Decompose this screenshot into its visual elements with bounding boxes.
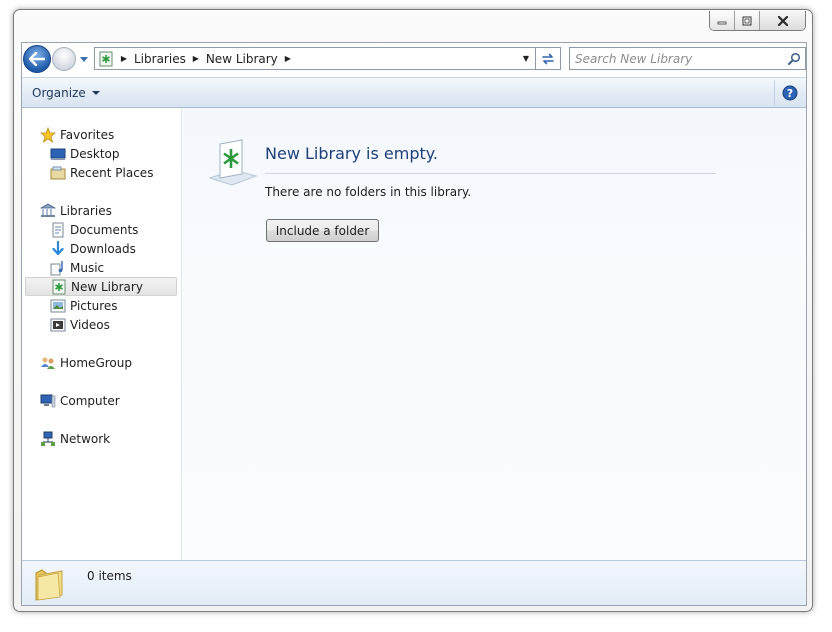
breadcrumb-separator[interactable]: ▶ xyxy=(117,54,131,63)
minimize-button[interactable] xyxy=(710,11,735,30)
nav-libraries[interactable]: Libraries xyxy=(25,201,177,220)
chevron-down-icon xyxy=(80,57,88,62)
new-library-icon xyxy=(50,279,68,295)
command-bar: Organize ? xyxy=(22,77,806,108)
nav-new-library-label: New Library xyxy=(71,279,143,294)
empty-title: New Library is empty. xyxy=(265,144,439,163)
address-dropdown-button[interactable]: ▼ xyxy=(517,48,535,69)
search-icon xyxy=(787,52,800,65)
documents-icon xyxy=(49,222,67,238)
forward-button[interactable] xyxy=(52,47,76,71)
organize-label: Organize xyxy=(32,86,86,100)
nav-homegroup-label: HomeGroup xyxy=(60,355,132,370)
network-icon xyxy=(39,431,57,447)
breadcrumb-separator[interactable]: ▶ xyxy=(281,54,295,63)
nav-libraries-label: Libraries xyxy=(60,203,112,218)
maximize-button[interactable] xyxy=(735,11,760,30)
videos-icon xyxy=(49,317,67,333)
nav-recent-places-label: Recent Places xyxy=(70,165,154,180)
navigation-pane: Favorites Desktop Recent Places Librarie… xyxy=(22,108,182,560)
empty-message: There are no folders in this library. xyxy=(265,185,472,199)
nav-desktop-label: Desktop xyxy=(70,146,120,161)
star-icon xyxy=(39,126,57,143)
breadcrumb-new-library[interactable]: New Library xyxy=(203,52,281,66)
nav-network[interactable]: Network xyxy=(25,429,177,448)
nav-pictures-label: Pictures xyxy=(70,298,118,313)
downloads-icon xyxy=(49,240,67,257)
organize-button[interactable]: Organize xyxy=(32,84,100,102)
nav-homegroup[interactable]: HomeGroup xyxy=(25,353,177,372)
search-button[interactable] xyxy=(783,52,805,65)
search-box xyxy=(569,47,806,70)
libraries-icon xyxy=(39,203,57,219)
title-divider xyxy=(265,173,716,174)
item-count: 0 items xyxy=(87,569,132,583)
svg-text:?: ? xyxy=(786,87,792,100)
computer-icon xyxy=(39,393,57,409)
pictures-icon xyxy=(49,298,67,314)
desktop-icon xyxy=(49,146,67,162)
nav-new-library[interactable]: New Library xyxy=(25,277,177,296)
nav-favorites-label: Favorites xyxy=(60,127,115,142)
refresh-button[interactable] xyxy=(536,47,561,70)
library-icon xyxy=(95,48,117,69)
nav-desktop[interactable]: Desktop xyxy=(25,144,177,163)
nav-computer[interactable]: Computer xyxy=(25,391,177,410)
include-folder-button[interactable]: Include a folder xyxy=(266,219,379,242)
breadcrumb-separator[interactable]: ▶ xyxy=(189,54,203,63)
nav-pictures[interactable]: Pictures xyxy=(25,296,177,315)
nav-music[interactable]: Music xyxy=(25,258,177,277)
chevron-down-icon xyxy=(91,91,100,95)
nav-videos-label: Videos xyxy=(70,317,110,332)
content-pane: New Library is empty. There are no folde… xyxy=(183,108,806,560)
recent-pages-button[interactable] xyxy=(79,52,89,66)
navigation-bar: ▶ Libraries ▶ New Library ▶ ▼ xyxy=(22,44,806,74)
nav-favorites[interactable]: Favorites xyxy=(25,125,177,144)
caption-buttons xyxy=(709,11,806,31)
nav-videos[interactable]: Videos xyxy=(25,315,177,334)
help-icon: ? xyxy=(782,85,797,101)
homegroup-icon xyxy=(39,355,57,371)
nav-downloads-label: Downloads xyxy=(70,241,136,256)
empty-library-icon xyxy=(208,139,258,186)
nav-documents[interactable]: Documents xyxy=(25,220,177,239)
recent-places-icon xyxy=(49,165,67,181)
nav-recent-places[interactable]: Recent Places xyxy=(25,163,177,182)
address-bar[interactable]: ▶ Libraries ▶ New Library ▶ ▼ xyxy=(94,47,536,70)
nav-network-label: Network xyxy=(60,431,111,446)
nav-documents-label: Documents xyxy=(70,222,139,237)
close-icon xyxy=(777,15,788,26)
breadcrumb-libraries[interactable]: Libraries xyxy=(131,52,189,66)
back-button[interactable] xyxy=(23,45,51,73)
help-button[interactable]: ? xyxy=(774,80,804,106)
explorer-window: ▶ Libraries ▶ New Library ▶ ▼ Organize ? xyxy=(13,9,813,612)
refresh-icon xyxy=(542,53,554,64)
minimize-icon xyxy=(717,21,727,24)
nav-computer-label: Computer xyxy=(60,393,120,408)
folder-icon xyxy=(35,569,63,601)
details-pane: 0 items xyxy=(22,560,806,605)
nav-downloads[interactable]: Downloads xyxy=(25,239,177,258)
close-button[interactable] xyxy=(760,11,805,30)
maximize-icon xyxy=(742,16,752,25)
nav-music-label: Music xyxy=(70,260,105,275)
back-arrow-icon xyxy=(29,52,45,66)
music-icon xyxy=(49,260,67,276)
search-input[interactable] xyxy=(575,49,783,68)
